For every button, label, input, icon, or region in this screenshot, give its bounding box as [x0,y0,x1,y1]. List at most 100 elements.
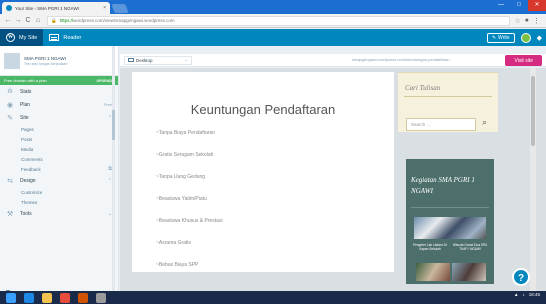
sidebar: SMA PGRI 1 NGAWI Tetri step tangan kerpu… [0,46,119,304]
plan-badge: Free [103,102,112,107]
widget-column: Cari Tulisan Search … ⌕ [398,72,498,132]
chrome-icon[interactable] [60,292,70,303]
sidebar-item-stats[interactable]: ılı Stats [0,85,118,98]
masterbar-right: ✎ Write ◆ [486,29,542,46]
write-icon: ✎ [491,34,497,41]
activity-photo[interactable] [414,217,486,239]
reload-button[interactable]: C [23,17,33,24]
os-taskbar: ▲ ♪ 16:45 [0,291,546,304]
notifications-bell-icon[interactable]: ◆ [537,34,542,42]
sidebar-item-plan[interactable]: ◉ Plan Free [0,98,118,111]
kegiatan-widget: Kegiatan SMA PGRI 1 NGAWI Pengeter Lab L… [406,159,494,284]
minimize-button[interactable]: — [492,0,510,11]
sidebar-item-label: Stats [20,88,32,95]
browser-tabbar: Your Site ‹ SMA PGRI 1 NGAWI × — □ ✕ [0,0,546,14]
preview-toolbar: Desktop ⌄ smapgringawi.wordpress.com/keu… [120,54,546,67]
site-url: Tetri step tangan kerpudaan [24,61,68,66]
plan-nudge[interactable]: Free domain with a plan UPGRADE [0,76,118,85]
sidebar-subitem-posts[interactable]: Posts [0,134,118,144]
activity-photo[interactable] [416,263,450,281]
search-input[interactable]: Search … [406,118,476,131]
app-icon[interactable] [96,292,106,303]
browser-tab[interactable]: Your Site ‹ SMA PGRI 1 NGAWI × [2,2,110,14]
post-title: Keuntungan Pendaftaran [190,102,336,117]
reader-button[interactable]: Reader [43,29,87,46]
plan-nudge-text: Free domain with a plan [4,78,47,83]
reader-icon [49,34,60,41]
tab-close-icon[interactable]: × [103,5,106,11]
activity-photo[interactable] [452,263,486,281]
volume-icon[interactable]: ♪ [522,292,524,297]
plan-icon: ◉ [6,101,14,109]
kegiatan-title: Kegiatan SMA PGRI 1 NGAWI [411,176,475,195]
start-icon[interactable] [6,292,16,303]
visit-site-button[interactable]: Visit site [505,55,542,66]
my-site-label: My Site [19,34,38,41]
sidebar-item-tools[interactable]: ⚒ Tools ⌄ [0,207,118,220]
sidebar-item-site[interactable]: ✎ Site ⌃ [0,111,118,124]
site-name: SMA PGRI 1 NGAWI [24,55,66,61]
site-info: SMA PGRI 1 NGAWI Tetri step tangan kerpu… [24,56,67,66]
address-toolbar: ← → C ⌂ 🔒 https:// wordpress.com/view/sm… [0,14,546,28]
sidebar-subitem-feedback[interactable]: Feedback ⧉ [0,164,118,174]
sidebar-subitem-themes[interactable]: Themes [0,197,118,207]
back-button[interactable]: ← [3,17,13,24]
sidebar-subitem-comments[interactable]: Comments [0,154,118,164]
help-button[interactable]: ? [512,268,530,286]
sidebar-subitem-media[interactable]: Media [0,144,118,154]
url-scheme: https:// [59,18,74,23]
write-label: Write [498,34,510,41]
list-item: ~Tanpa Biaya Pendaftaran [156,130,216,136]
site-card[interactable]: SMA PGRI 1 NGAWI Tetri step tangan kerpu… [0,46,118,76]
stats-icon: ılı [7,88,13,95]
sidebar-item-label: Site [20,114,29,121]
search-icon[interactable]: ⌕ [482,117,487,128]
sidebar-scroll-thumb[interactable] [112,110,115,140]
list-item: ~Beasiswa Yatim/Piatu [156,196,207,202]
device-label: Desktop [136,57,153,63]
sidebar-item-label: Design [20,177,36,184]
search-widget: Cari Tulisan Search … ⌕ [398,72,498,132]
explorer-icon[interactable] [42,292,52,303]
divider [411,207,489,208]
list-item: ~Beasiswa Khusus & Prestasi [156,218,223,224]
new-tab-button[interactable] [111,4,129,13]
design-icon: ⇆ [7,177,13,185]
url-path: wordpress.com/view/smapgringawi.wordpres… [73,18,175,23]
device-select[interactable]: Desktop ⌄ [124,55,192,65]
sidebar-item-label: Plan [20,101,31,108]
extension-icon[interactable]: ● [525,17,529,25]
menu-icon[interactable]: ⋮ [533,17,540,25]
search-widget-title: Cari Tulisan [405,84,441,92]
maximize-button[interactable]: □ [510,0,528,11]
preview-scroll-thumb[interactable] [531,76,535,146]
sidebar-item-design[interactable]: ⇆ Design ⌃ [0,174,118,187]
site-icon: ✎ [7,114,13,122]
photo-caption: Pengeter Lab Liataru Dr Kapan Sekolah [412,243,448,251]
home-button[interactable]: ⌂ [33,17,43,24]
write-button[interactable]: ✎ Write [486,32,515,43]
browser-actions: ☆ ● ⋮ [514,17,543,25]
wordpress-favicon-icon [6,5,12,11]
lock-icon: 🔒 [51,17,57,23]
tools-icon: ⚒ [6,210,14,218]
my-site-button[interactable]: W My Site [0,29,44,46]
sidebar-subitem-customize[interactable]: Customize [0,187,118,197]
clock[interactable]: 16:45 [529,292,540,297]
sidebar-scrollbar[interactable] [112,46,115,304]
avatar[interactable] [520,32,531,43]
url-input[interactable]: 🔒 https:// wordpress.com/view/smapgringa… [47,15,511,26]
sidebar-subitem-pages[interactable]: Pages [0,124,118,134]
wp-masterbar: W My Site Reader ✎ Write ◆ [0,29,546,46]
bookmark-star-icon[interactable]: ☆ [514,17,520,25]
close-window-button[interactable]: ✕ [528,0,546,11]
preview-scrollbar[interactable] [530,68,536,304]
edge-icon[interactable] [24,292,34,303]
app-icon[interactable] [78,292,88,303]
forward-button[interactable]: → [13,17,23,24]
sidebar-item-label: Tools [20,210,32,217]
divider [404,96,492,97]
wordpress-logo-icon: W [6,33,15,42]
network-icon[interactable]: ▲ [514,292,518,297]
list-item: ~Gratis Seragam Sekolah [156,152,214,158]
